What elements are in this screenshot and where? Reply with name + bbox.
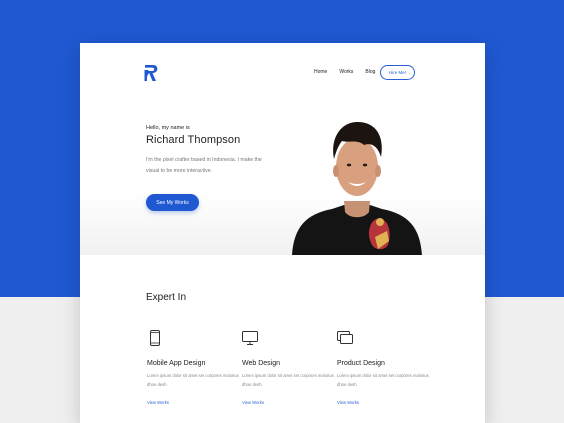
- nav-works-link[interactable]: Works: [339, 69, 353, 75]
- hero-description: I'm the pixel crafter based in Indonesia…: [146, 157, 262, 174]
- service-product-design: Product Design Lorem ipsum dolor sit ame…: [337, 330, 429, 405]
- service-title: Mobile App Design: [147, 360, 206, 367]
- r-logo-icon[interactable]: [143, 64, 159, 82]
- service-mobile-app: Mobile App Design Lorem ipsum dolor sit …: [147, 330, 239, 405]
- view-works-link[interactable]: View Works: [242, 400, 334, 405]
- hero-greeting: Hello, my name is: [146, 125, 190, 131]
- nav-home-link[interactable]: Home: [314, 69, 327, 75]
- service-title: Web Design: [242, 360, 281, 367]
- portfolio-page: Home Works Blog Hire Me! Hello, my name …: [80, 43, 485, 423]
- hero-section: Home Works Blog Hire Me! Hello, my name …: [80, 43, 485, 255]
- view-works-link[interactable]: View Works: [337, 400, 429, 405]
- service-description: Lorem ipsum dolor sit amet set corpores …: [147, 373, 239, 387]
- layers-icon: [337, 331, 353, 344]
- see-my-works-button[interactable]: See My Works: [146, 194, 199, 211]
- monitor-icon: [242, 331, 258, 345]
- profile-photo: [292, 121, 422, 255]
- service-web-design: Web Design Lorem ipsum dolor sit amet se…: [242, 330, 334, 405]
- view-works-link[interactable]: View Works: [147, 400, 239, 405]
- hire-me-button[interactable]: Hire Me!: [380, 65, 415, 80]
- expert-heading: Expert In: [146, 292, 187, 303]
- service-description: Lorem ipsum dolor sit amet set corpores …: [242, 373, 334, 387]
- mobile-icon: [150, 330, 160, 346]
- main-nav: Home Works Blog: [314, 69, 387, 75]
- service-title: Product Design: [337, 360, 385, 367]
- nav-blog-link[interactable]: Blog: [365, 69, 375, 75]
- hero-name: Richard Thompson: [146, 134, 241, 146]
- service-description: Lorem ipsum dolor sit amet set corpores …: [337, 373, 429, 387]
